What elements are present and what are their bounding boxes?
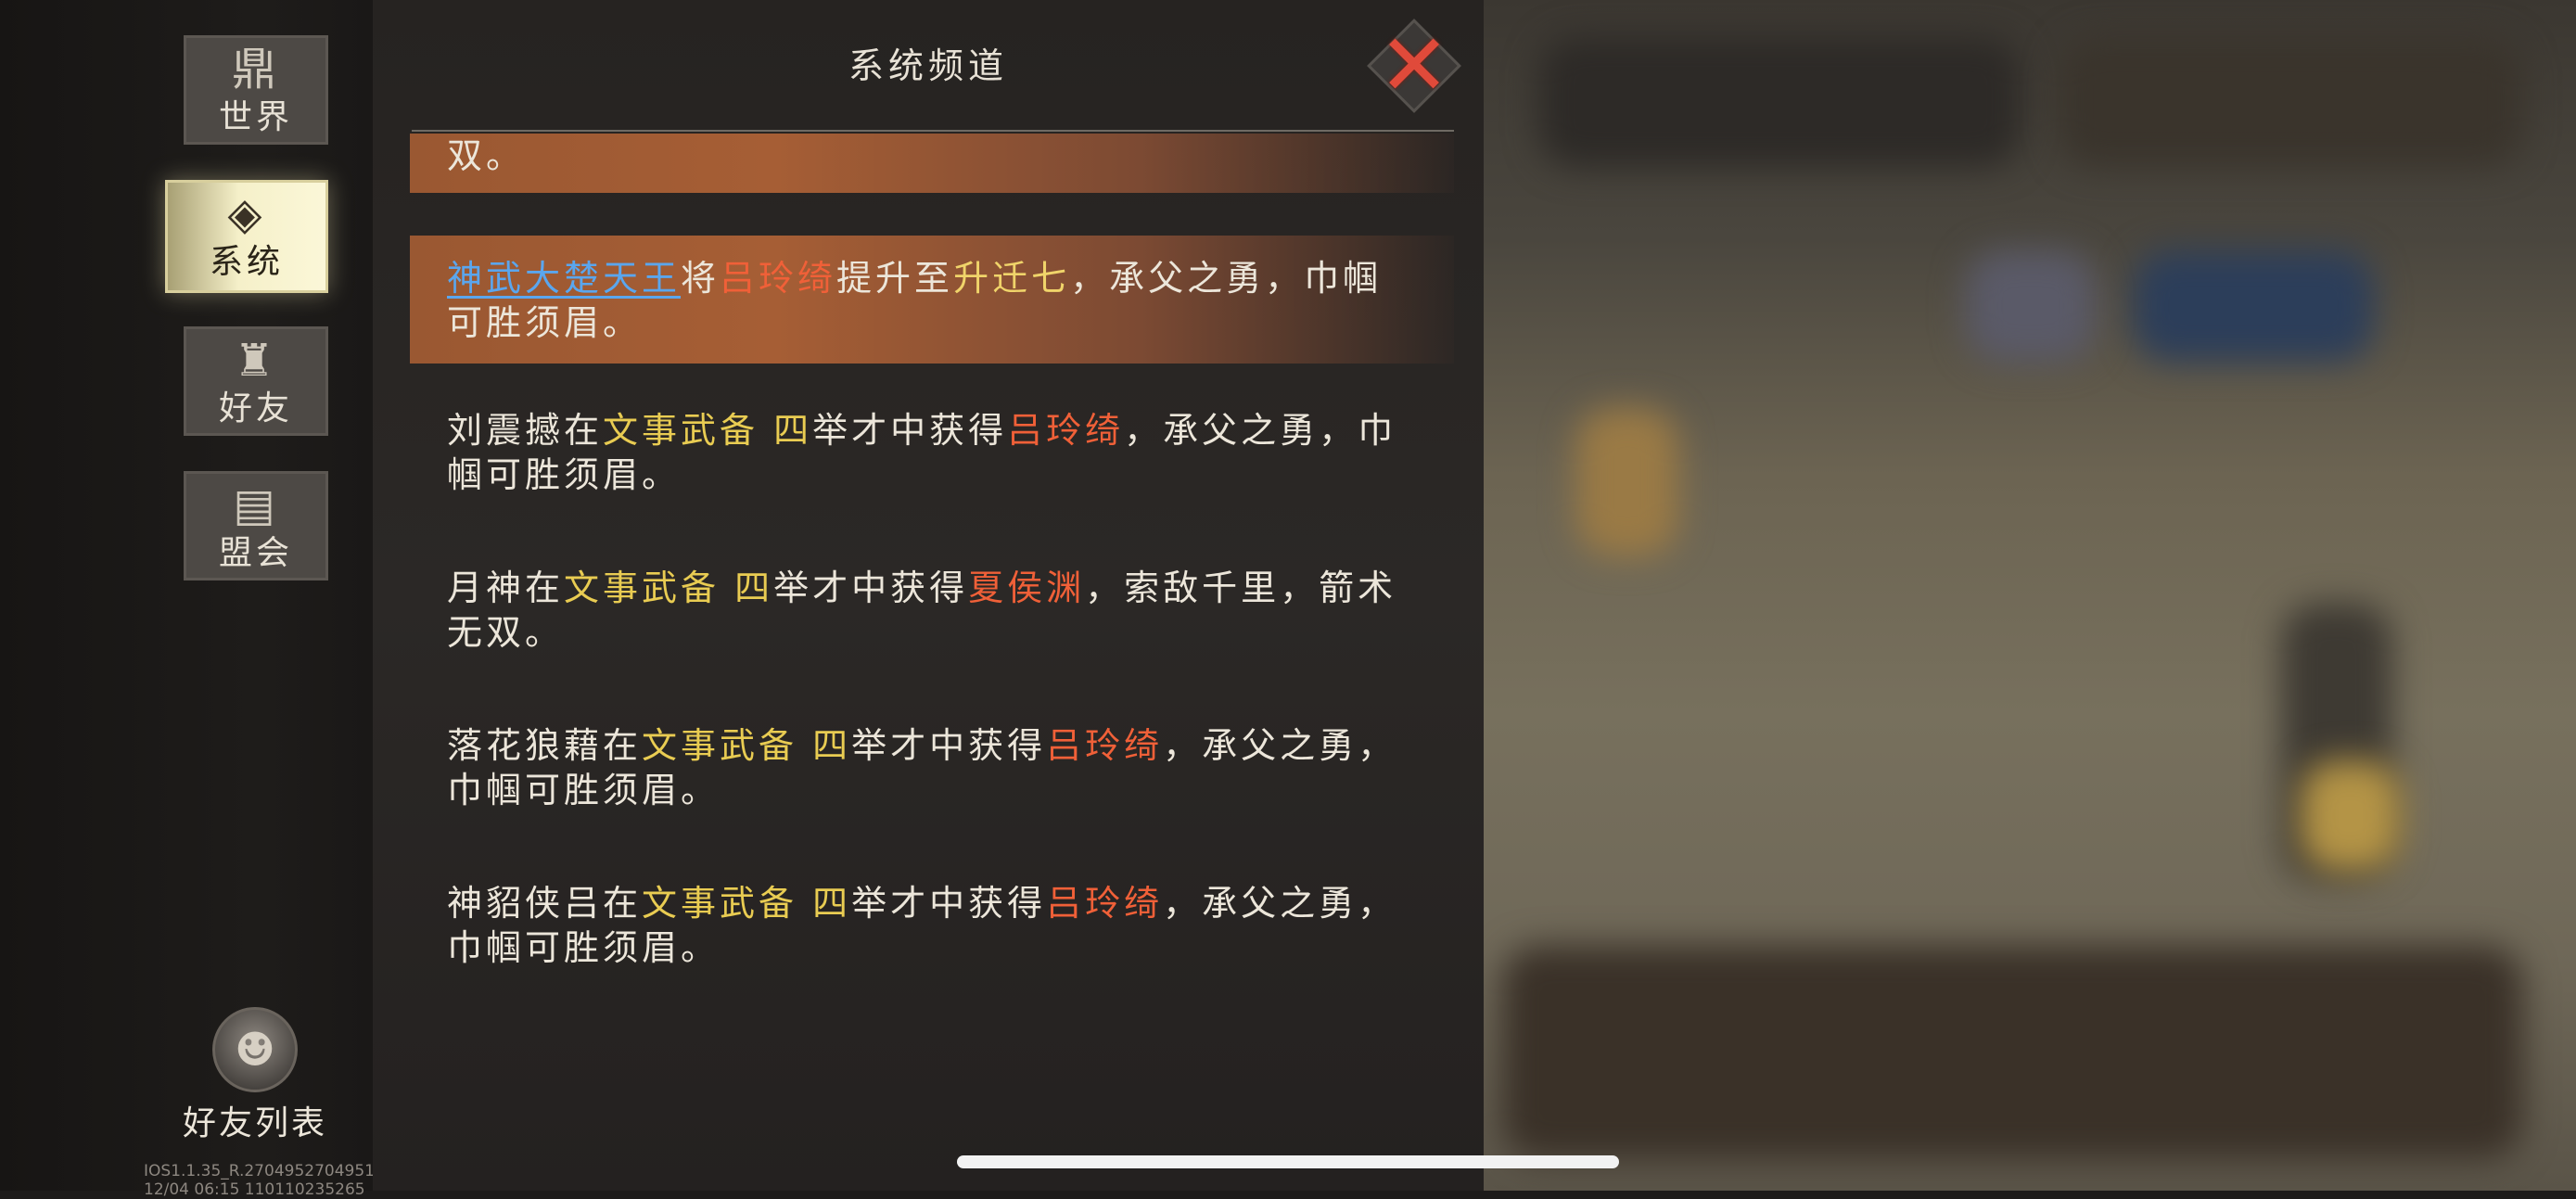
message-item: 双。 [410,134,1454,193]
message-item: 刘震撼在文事武备 四举才中获得吕玲绮，承父之勇，巾帼可胜须眉。 [410,408,1454,497]
message-text: 举才中获得 [773,568,969,608]
message-item: 神武大楚天王将吕玲绮提升至升迁七，承父之勇，巾帼可胜须眉。 [410,236,1454,364]
message-text: 刘震撼在 [447,410,604,451]
message-text: 神貂侠吕在 [447,883,643,924]
alliance-book-icon: ▤ [233,479,279,531]
message-text: 举才中获得 [851,725,1047,766]
home-indicator[interactable] [957,1155,1619,1168]
event-name: 文事武备 四 [642,883,852,924]
tab-world[interactable]: 鼎 世界 [184,35,328,145]
tab-system[interactable]: ◈ 系统 [165,180,328,293]
hero-name: 吕玲绮 [1046,883,1164,924]
system-channel-panel: 系统频道 ✕ 双。 神武大楚天王将吕玲绮提升至升迁七，承父之勇，巾帼可胜须眉。 … [373,0,1484,1191]
channel-sidebar: 鼎 世界 ◈ 系统 ♜ 好友 ▤ 盟会 ☻ 好友列表 IOS1.1.35_R.2… [0,0,385,1199]
hero-name: 吕玲绮 [1046,725,1164,766]
message-text: 双。 [447,135,526,176]
close-button[interactable]: ✕ [1363,15,1465,117]
hero-name: 吕玲绮 [1007,410,1125,451]
title-divider [412,130,1454,132]
blurred-game-background [1484,0,2576,1191]
tab-friends[interactable]: ♜ 好友 [184,326,328,436]
hero-name: 夏侯渊 [968,568,1086,608]
friends-list-avatar-icon: ☻ [212,1007,298,1092]
message-text: 将 [681,258,721,299]
message-text: 提升至 [836,258,954,299]
hero-name: 吕玲绮 [720,258,837,299]
world-cauldron-icon: 鼎 [231,44,280,96]
rank-name: 升迁七 [953,258,1071,299]
panel-title: 系统频道 [848,45,1008,86]
tab-alliance[interactable]: ▤ 盟会 [184,471,328,580]
message-text: 举才中获得 [812,410,1008,451]
message-text: 举才中获得 [851,883,1047,924]
close-icon: ✕ [1378,16,1450,115]
friend-helmet-icon: ♜ [234,335,278,387]
friends-list-button[interactable]: ☻ 好友列表 [176,1007,334,1144]
message-item: 落花狼藉在文事武备 四举才中获得吕玲绮，承父之勇，巾帼可胜须眉。 [410,723,1454,812]
message-item: 月神在文事武备 四举才中获得夏侯渊，索敌千里，箭术无双。 [410,566,1454,655]
message-text: 月神在 [447,568,565,608]
player-name-link[interactable]: 神武大楚天王 [447,258,681,299]
version-info: IOS1.1.35_R.27049527049512 12/04 06:15 1… [144,1162,385,1199]
message-list[interactable]: 双。 神武大楚天王将吕玲绮提升至升迁七，承父之勇，巾帼可胜须眉。 刘震撼在文事武… [410,134,1454,1061]
event-name: 文事武备 四 [642,725,852,766]
message-item: 神貂侠吕在文事武备 四举才中获得吕玲绮，承父之勇，巾帼可胜须眉。 [410,881,1454,970]
event-name: 文事武备 四 [603,410,813,451]
system-emblem-icon: ◈ [227,188,266,240]
event-name: 文事武备 四 [564,568,774,608]
message-text: 落花狼藉在 [447,725,643,766]
